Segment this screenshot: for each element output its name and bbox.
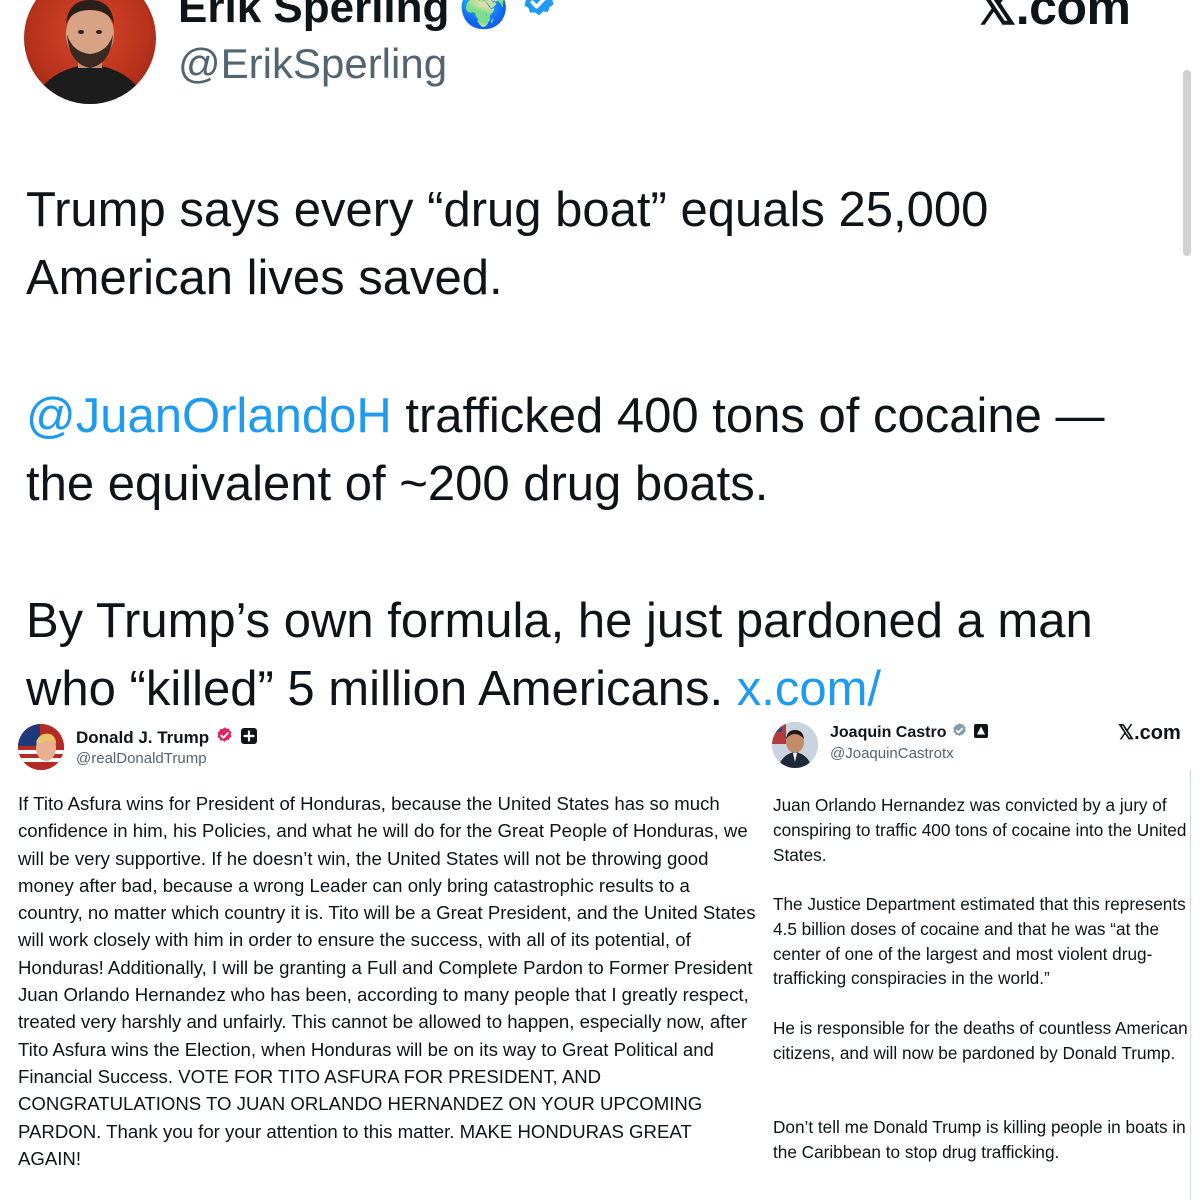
tweet-paragraph-3: By Trump’s own formula, he just pardoned… — [26, 587, 1186, 723]
author-name[interactable]: Erik Sperling 🌍 — [178, 0, 559, 33]
x-logo-label: 𝕏.com — [976, 0, 1131, 35]
card-divider — [1190, 770, 1191, 1200]
author-name-text: Erik Sperling — [178, 0, 450, 32]
tweet-paragraph-3-text: By Trump’s own formula, he just pardoned… — [26, 594, 1093, 716]
castro-name[interactable]: Joaquin Castro — [830, 722, 989, 744]
castro-paragraph-2: The Justice Department estimated that th… — [773, 894, 1186, 989]
tweet-paragraph-1: Trump says every “drug boat” equals 25,0… — [26, 183, 989, 305]
x-logo-label: 𝕏.com — [1118, 722, 1181, 744]
author-handle[interactable]: @ErikSperling — [178, 40, 447, 88]
mention-link[interactable]: @JuanOrlandoH — [26, 389, 392, 443]
trump-name-text: Donald J. Trump — [76, 728, 210, 747]
trump-name[interactable]: Donald J. Trump — [76, 726, 258, 750]
trump-handle[interactable]: @realDonaldTrump — [76, 750, 207, 767]
globe-emoji-icon: 🌍 — [459, 0, 510, 30]
tweet-paragraph-2: @JuanOrlandoH trafficked 400 tons of coc… — [26, 382, 1186, 518]
embedded-post-castro[interactable]: Joaquin Castro @JoaquinCastrotx 𝕏.com Ju… — [760, 712, 1200, 1200]
castro-paragraph-1: Juan Orlando Hernandez was convicted by … — [773, 795, 1187, 865]
castro-name-text: Joaquin Castro — [830, 724, 947, 741]
verified-badge-icon — [215, 726, 234, 750]
castro-avatar[interactable] — [772, 722, 818, 768]
castro-paragraph-3: He is responsible for the deaths of coun… — [773, 1018, 1188, 1063]
author-avatar[interactable] — [24, 0, 156, 104]
government-badge-icon — [973, 723, 989, 744]
trump-post-text: If Tito Asfura wins for President of Hon… — [18, 793, 756, 1169]
castro-handle[interactable]: @JoaquinCastrotx — [830, 745, 954, 762]
trump-avatar[interactable] — [18, 724, 64, 770]
embedded-post-trump[interactable]: Donald J. Trump @realDonaldTrump If Tito… — [0, 712, 760, 1200]
verified-badge-icon — [951, 722, 968, 744]
verified-badge-icon — [519, 0, 559, 33]
url-link[interactable]: x.com/ — [737, 662, 881, 716]
affiliate-badge-icon — [240, 727, 258, 750]
castro-paragraph-4: Don’t tell me Donald Trump is killing pe… — [773, 1117, 1186, 1162]
